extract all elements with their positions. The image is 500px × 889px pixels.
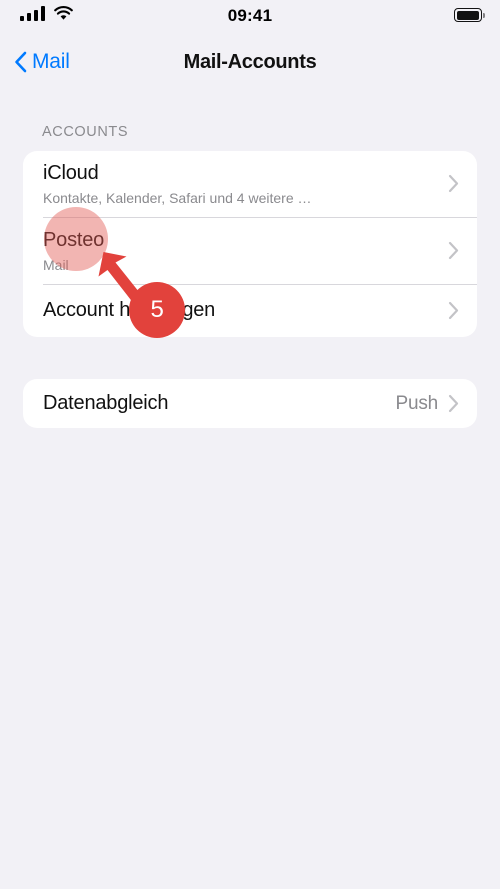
list-item-posteo[interactable]: Posteo Mail	[23, 218, 477, 284]
list-item-subtitle: Mail	[43, 256, 69, 273]
list-item-add-account[interactable]: Account hinzufügen	[23, 285, 477, 337]
list-item-datenabgleich[interactable]: Datenabgleich Push	[23, 379, 477, 428]
page-title: Mail-Accounts	[183, 50, 317, 73]
status-bar-clock: 09:41	[227, 6, 273, 25]
list-item-value: Push	[395, 392, 438, 414]
list-item-title: Posteo	[43, 228, 105, 251]
accounts-section-header: ACCOUNTS	[42, 124, 129, 140]
list-item-title: Account hinzufügen	[43, 299, 216, 322]
list-item-subtitle: Kontakte, Kalender, Safari und 4 weitere…	[43, 190, 312, 206]
battery-icon	[454, 8, 485, 22]
row-text: Datenabgleich	[43, 391, 395, 416]
row-text: Account hinzufügen	[43, 298, 448, 323]
chevron-right-icon	[448, 301, 459, 320]
status-bar-right	[454, 8, 485, 22]
list-item-title: iCloud	[43, 162, 99, 184]
chevron-right-icon	[448, 241, 459, 260]
status-bar: 09:41	[0, 0, 500, 36]
iphone-screen: 09:41 Mail Mail-Accounts ACCOUNTS iCloud…	[0, 0, 500, 889]
row-text: iCloud Kontakte, Kalender, Safari und 4 …	[43, 161, 448, 207]
list-item-icloud[interactable]: iCloud Kontakte, Kalender, Safari und 4 …	[23, 151, 477, 217]
sync-card: Datenabgleich Push	[23, 379, 477, 428]
chevron-right-icon	[448, 174, 459, 193]
navigation-bar: Mail Mail-Accounts	[0, 36, 500, 90]
list-item-title: Datenabgleich	[43, 392, 169, 414]
row-text: Posteo Mail	[43, 228, 448, 274]
chevron-right-icon	[448, 394, 459, 413]
accounts-card: iCloud Kontakte, Kalender, Safari und 4 …	[23, 151, 477, 337]
